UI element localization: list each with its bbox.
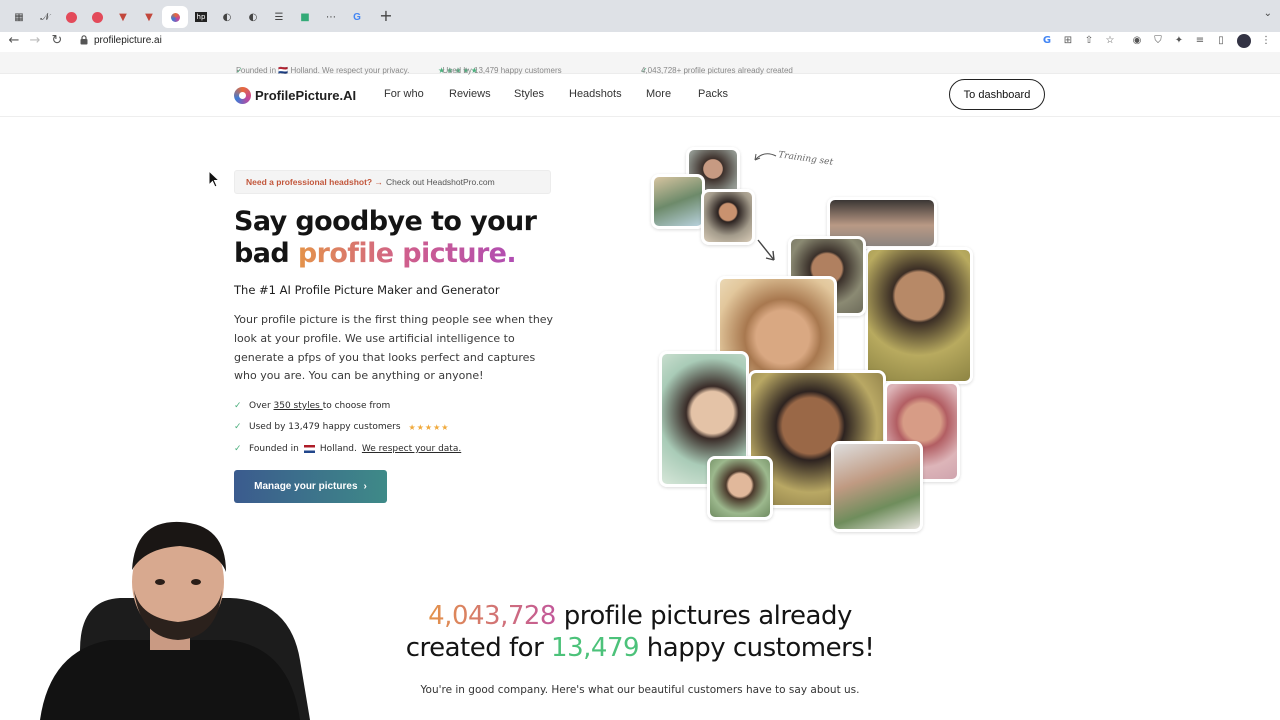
- menu-dots-icon[interactable]: ⋮: [1259, 34, 1273, 48]
- browser-tab[interactable]: G: [346, 6, 368, 28]
- training-photo: [651, 174, 705, 229]
- nav-link-for-who[interactable]: For who: [384, 88, 424, 100]
- testimonial-intro: You're in good company. Here's what our …: [420, 684, 860, 696]
- logo-text: ProfilePicture.AI: [255, 88, 357, 103]
- browser-tab[interactable]: ▦: [8, 6, 30, 28]
- headshot-promo-banner[interactable]: Need a professional headshot? → Check ou…: [234, 170, 551, 194]
- shield-icon[interactable]: ⛉: [1151, 34, 1165, 48]
- forward-icon[interactable]: →: [26, 33, 44, 49]
- side-panel-icon[interactable]: ▯: [1214, 34, 1228, 48]
- presenter-video: [0, 520, 312, 720]
- chevron-right-icon: ›: [363, 481, 367, 492]
- tab-search-icon[interactable]: ⌄: [1264, 8, 1272, 19]
- extension-icon[interactable]: ◉: [1130, 34, 1144, 48]
- netherlands-flag-icon: [303, 444, 315, 453]
- feature-list: ✓ Over 350 styles to choose from ✓ Used …: [234, 395, 461, 460]
- browser-tab[interactable]: ☰: [268, 6, 290, 28]
- pictures-count: 4,043,728: [428, 601, 556, 631]
- manage-pictures-button[interactable]: Manage your pictures ›: [234, 470, 387, 503]
- browser-tab[interactable]: [60, 6, 82, 28]
- promo-link-text: Check out HeadshotPro.com: [385, 177, 495, 187]
- nav-link-more[interactable]: More: [646, 88, 671, 100]
- browser-tab-active[interactable]: [162, 6, 188, 28]
- google-icon[interactable]: G: [1040, 34, 1054, 48]
- browser-tab[interactable]: ▼: [138, 6, 160, 28]
- feature-text: to choose from: [322, 400, 391, 411]
- feature-text: Holland.: [319, 443, 357, 454]
- promo-strong-text: Need a professional headshot? →: [246, 177, 383, 187]
- mouse-cursor-icon: [208, 170, 220, 188]
- address-bar[interactable]: profilepicture.ai: [94, 35, 162, 46]
- site-header: ProfilePicture.AI For who Reviews Styles…: [0, 75, 1280, 117]
- hero-title-highlight: profile picture.: [297, 238, 517, 269]
- check-icon: ✓: [234, 443, 242, 454]
- generated-portrait: [865, 247, 973, 384]
- feature-text: Founded in: [249, 443, 299, 454]
- manage-pictures-label: Manage your pictures: [254, 481, 358, 492]
- feature-founded: ✓ Founded in Holland. We respect your da…: [234, 438, 461, 460]
- back-icon[interactable]: ←: [5, 33, 23, 49]
- browser-tab[interactable]: [86, 6, 108, 28]
- stats-line1: profile pictures already: [555, 601, 853, 631]
- training-photo: [701, 189, 755, 245]
- browser-toolbar: ← → ↻ profilepicture.ai G ⊞ ⇧ ☆ ◉ ⛉ ✦ ≡ …: [0, 32, 1280, 50]
- generated-portrait: [831, 441, 923, 532]
- avatar[interactable]: [1237, 34, 1251, 48]
- training-set-label: Training set: [777, 150, 834, 168]
- browser-tab[interactable]: ⋯: [320, 6, 342, 28]
- hero-description: Your profile picture is the first thing …: [234, 313, 554, 383]
- bookmark-star-icon[interactable]: ☆: [1103, 34, 1117, 48]
- browser-tab[interactable]: ▼: [112, 6, 134, 28]
- webcam-overlay: [0, 520, 312, 720]
- browser-tab[interactable]: ◐: [216, 6, 238, 28]
- share-icon[interactable]: ⇧: [1082, 34, 1096, 48]
- feature-styles: ✓ Over 350 styles to choose from: [234, 395, 461, 417]
- nav-link-packs[interactable]: Packs: [698, 88, 728, 100]
- browser-tab[interactable]: ◐: [242, 6, 264, 28]
- hero-subtitle: The #1 AI Profile Picture Maker and Gene…: [234, 283, 500, 297]
- arrow-down-right-icon: [757, 239, 775, 261]
- stats-line2-pre: created for: [405, 633, 552, 663]
- feature-text: Over: [249, 400, 274, 411]
- hero-title-line2: bad: [234, 238, 298, 269]
- translate-icon[interactable]: ⊞: [1061, 34, 1075, 48]
- lock-icon: [80, 35, 88, 45]
- announce-created: 4,043,728+ profile pictures already crea…: [641, 66, 793, 75]
- stats-heading: 4,043,728 profile pictures already creat…: [340, 600, 940, 664]
- dashboard-button[interactable]: To dashboard: [949, 79, 1045, 110]
- browser-tab[interactable]: hp: [190, 6, 212, 28]
- announce-used-by: Used by 13,479 happy customers: [442, 66, 562, 75]
- curved-arrow-icon: [754, 153, 777, 161]
- announcement-bar: ✓ Founded in 🇳🇱 Holland. We respect your…: [0, 52, 1280, 75]
- nav-link-reviews[interactable]: Reviews: [449, 88, 491, 100]
- logo-icon: [234, 87, 251, 104]
- site-logo[interactable]: ProfilePicture.AI: [234, 87, 356, 104]
- check-icon: ✓: [234, 400, 242, 411]
- privacy-link[interactable]: We respect your data.: [362, 444, 461, 454]
- reading-list-icon[interactable]: ≡: [1193, 34, 1207, 48]
- stats-line2-post: happy customers!: [639, 633, 875, 663]
- feature-customers: ✓ Used by 13,479 happy customers ★★★★★: [234, 417, 461, 439]
- check-icon: ✓: [234, 422, 242, 433]
- rating-stars: ★★★★★: [408, 422, 450, 432]
- nav-link-styles[interactable]: Styles: [514, 88, 544, 100]
- announce-founded: Founded in 🇳🇱 Holland. We respect your p…: [236, 66, 410, 75]
- browser-tab[interactable]: ■: [294, 6, 316, 28]
- reload-icon[interactable]: ↻: [48, 33, 66, 49]
- hero-title-line1: Say goodbye to your: [234, 206, 537, 237]
- browser-tab[interactable]: 𝒩: [34, 6, 56, 28]
- browser-tab-bar: ▦ 𝒩 ▼ ▼ hp ◐ ◐ ☰ ■ ⋯ G + ⌄: [0, 0, 1280, 32]
- generated-portrait: [707, 456, 773, 520]
- hero-title: Say goodbye to your bad profile picture.: [234, 206, 594, 270]
- new-tab-button[interactable]: +: [376, 6, 396, 26]
- nav-link-headshots[interactable]: Headshots: [569, 88, 622, 100]
- styles-link[interactable]: 350 styles: [274, 401, 323, 411]
- puzzle-icon[interactable]: ✦: [1172, 34, 1186, 48]
- feature-text: Used by 13,479 happy customers: [249, 422, 401, 433]
- customers-count: 13,479: [551, 633, 640, 663]
